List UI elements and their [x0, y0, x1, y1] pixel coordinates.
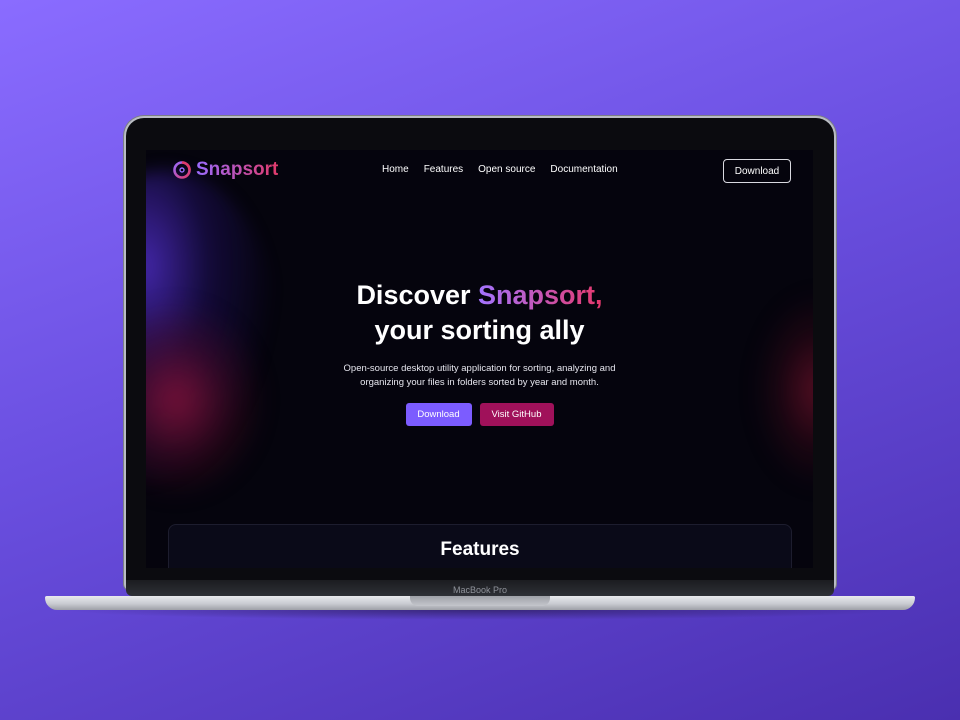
features-section: Features: [168, 524, 792, 568]
hero-title-suffix: your sorting ally: [374, 315, 585, 345]
nav-link-open-source[interactable]: Open source: [478, 164, 535, 175]
hero-subtitle: Open-source desktop utility application …: [343, 363, 616, 388]
laptop-lid: Snapsort Home Features Open source Docum…: [126, 118, 834, 588]
laptop-hinge: MacBook Pro: [126, 580, 834, 596]
hero-title-accent: Snapsort,: [478, 280, 603, 310]
nav-links: Home Features Open source Documentation: [382, 164, 618, 175]
visit-github-button[interactable]: Visit GitHub: [479, 403, 554, 426]
model-label: MacBook Pro: [452, 585, 508, 595]
laptop-screen: Snapsort Home Features Open source Docum…: [146, 150, 813, 568]
brand-name: Snapsort: [196, 159, 279, 180]
brand[interactable]: Snapsort: [173, 159, 278, 181]
hero-title: Discover Snapsort, your sorting ally: [146, 278, 813, 348]
nav-link-documentation[interactable]: Documentation: [550, 164, 617, 175]
hero-title-prefix: Discover: [356, 280, 479, 310]
laptop-notch: [410, 596, 550, 606]
laptop-shadow: [60, 610, 900, 620]
snapsort-logo-icon: [173, 161, 191, 179]
nav-link-features[interactable]: Features: [424, 164, 463, 175]
hero-section: Discover Snapsort, your sorting ally Ope…: [146, 278, 813, 426]
hero-buttons: Download Visit GitHub: [146, 403, 813, 426]
nav-download-button[interactable]: Download: [723, 159, 791, 183]
top-navigation: Snapsort Home Features Open source Docum…: [146, 150, 813, 192]
features-title: Features: [440, 539, 520, 560]
nav-link-home[interactable]: Home: [382, 164, 409, 175]
hero-download-button[interactable]: Download: [405, 403, 472, 426]
